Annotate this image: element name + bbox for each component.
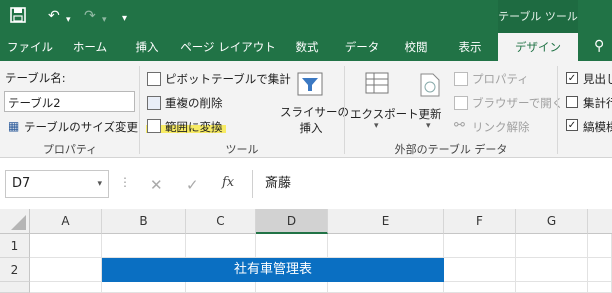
cell[interactable] — [444, 234, 516, 258]
cell[interactable] — [256, 234, 328, 258]
row-header-2[interactable]: 2 — [0, 258, 30, 282]
export-button[interactable]: エクスポート — [350, 106, 419, 122]
row-header-3[interactable] — [0, 282, 30, 293]
table-name-input[interactable]: テーブル2 — [4, 91, 135, 112]
header-row-label: 見出し — [583, 72, 612, 86]
tab-page-layout[interactable]: ページ レイアウト — [176, 33, 280, 61]
cell[interactable] — [102, 234, 186, 258]
tab-design[interactable]: デザイン — [498, 33, 578, 61]
tab-review[interactable]: 校閲 — [392, 33, 440, 61]
cell[interactable] — [516, 282, 588, 293]
column-header-d[interactable]: D — [256, 209, 328, 234]
table-name-label: テーブル名: — [5, 71, 66, 85]
pivot-table-button[interactable]: ピボットテーブルで集計 — [165, 71, 291, 87]
enter-icon[interactable]: ✓ — [186, 176, 199, 194]
formula-value: 斎藤 — [265, 176, 292, 191]
header-row-checkbox[interactable]: ✓ — [566, 72, 578, 84]
cell[interactable] — [256, 282, 328, 293]
cell[interactable] — [30, 282, 102, 293]
tab-view[interactable]: 表示 — [446, 33, 494, 61]
banded-rows-label: 縞模様 — [583, 120, 612, 134]
column-header-c[interactable]: C — [186, 209, 256, 234]
resize-table-icon: ▦ — [8, 119, 20, 133]
banded-rows-checkbox[interactable]: ✓ — [566, 119, 578, 131]
unlink-icon: ⚯ — [454, 118, 465, 133]
cell[interactable] — [516, 234, 588, 258]
tab-file[interactable]: ファイル — [0, 33, 60, 61]
lightbulb-icon[interactable]: ⚲ — [594, 38, 604, 54]
cell[interactable] — [588, 258, 612, 282]
undo-icon[interactable]: ↶ — [48, 7, 60, 25]
group-divider — [557, 66, 558, 154]
column-header-h[interactable] — [588, 209, 612, 234]
customize-qat-icon[interactable]: ▾ — [122, 10, 127, 28]
group-label-external-data: 外部のテーブル データ — [394, 143, 508, 156]
insert-function-icon[interactable]: fx — [222, 175, 234, 190]
column-header-e[interactable]: E — [328, 209, 444, 234]
browser-icon — [454, 96, 468, 110]
cell[interactable] — [102, 282, 186, 293]
table-name-value: テーブル2 — [8, 96, 61, 110]
cell[interactable] — [444, 282, 516, 293]
export-icon — [364, 70, 392, 98]
column-header-b[interactable]: B — [102, 209, 186, 234]
total-row-checkbox[interactable] — [566, 96, 578, 108]
cancel-icon[interactable]: ✕ — [150, 176, 163, 194]
formula-input[interactable]: 斎藤 — [252, 170, 612, 198]
slicer-icon — [296, 70, 324, 98]
cell[interactable] — [30, 258, 102, 282]
convert-to-range-icon — [147, 119, 161, 133]
context-tab-title: テーブル ツール — [498, 0, 578, 33]
tab-formulas[interactable]: 数式 — [284, 33, 330, 61]
sheet-title-cell[interactable]: 社有車管理表 — [102, 258, 444, 282]
column-header-f[interactable]: F — [444, 209, 516, 234]
name-box[interactable]: D7 ▾ — [5, 170, 109, 198]
cell[interactable] — [588, 282, 612, 293]
remove-duplicates-button[interactable]: 重複の削除 — [165, 95, 223, 111]
pivot-table-icon — [147, 72, 161, 86]
tab-home[interactable]: ホーム — [62, 33, 118, 61]
chevron-down-icon[interactable]: ▾ — [97, 171, 102, 197]
tab-insert[interactable]: 挿入 — [122, 33, 172, 61]
save-icon[interactable] — [10, 7, 26, 28]
open-in-browser-button[interactable]: ブラウザーで開く — [472, 95, 563, 111]
cell[interactable] — [444, 258, 516, 282]
external-properties-button[interactable]: プロパティ — [472, 71, 529, 87]
properties-icon — [454, 72, 468, 86]
tab-data[interactable]: データ — [336, 33, 388, 61]
slicer-button-line2[interactable]: 挿入 — [280, 120, 342, 136]
remove-duplicates-icon — [147, 96, 161, 110]
undo-dropdown-icon[interactable]: ▾ — [66, 11, 71, 29]
column-header-a[interactable]: A — [30, 209, 102, 234]
cell[interactable] — [588, 234, 612, 258]
cell[interactable] — [186, 282, 256, 293]
row-header-1[interactable]: 1 — [0, 234, 30, 258]
group-label-tools: ツール — [225, 143, 259, 156]
cell[interactable] — [328, 234, 444, 258]
unlink-button[interactable]: リンク解除 — [472, 119, 530, 135]
grip-icon: ⋮ — [119, 175, 131, 189]
cell[interactable] — [30, 234, 102, 258]
group-label-properties: プロパティ — [42, 143, 98, 156]
cell[interactable] — [328, 282, 444, 293]
redo-dropdown-icon[interactable]: ▾ — [102, 11, 107, 29]
cell[interactable] — [186, 234, 256, 258]
cell[interactable] — [516, 258, 588, 282]
refresh-button[interactable]: 更新 — [412, 106, 448, 122]
name-box-value: D7 — [12, 176, 31, 191]
resize-table-button[interactable]: テーブルのサイズ変更 — [24, 119, 138, 135]
chevron-down-icon: ▾ — [374, 121, 379, 131]
select-all-corner[interactable] — [0, 209, 30, 234]
slicer-button[interactable]: スライサーの — [280, 104, 349, 120]
redo-icon[interactable]: ↷ — [84, 7, 96, 25]
chevron-down-icon: ▾ — [426, 121, 431, 131]
column-header-g[interactable]: G — [516, 209, 588, 234]
refresh-icon — [418, 72, 442, 98]
convert-to-range-button[interactable]: 範囲に変換 — [165, 119, 223, 135]
total-row-label: 集計行 — [583, 96, 612, 110]
